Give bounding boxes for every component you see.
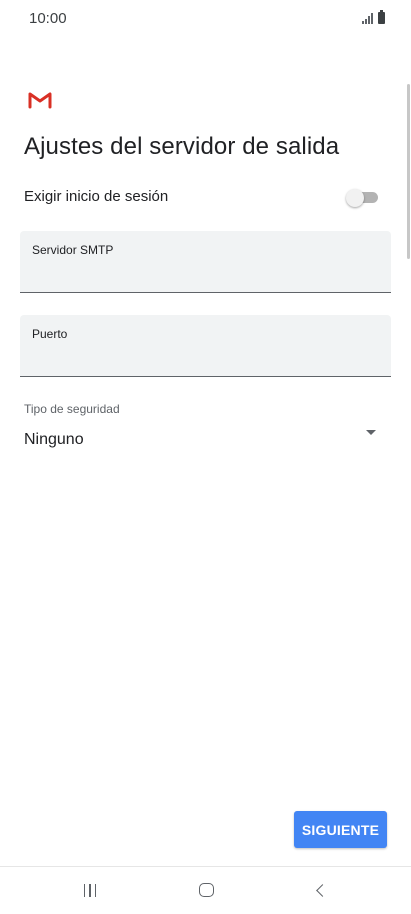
navigation-bar (0, 867, 411, 914)
back-icon (315, 883, 329, 897)
require-login-row[interactable]: Exigir inicio de sesión (24, 186, 380, 210)
status-bar: 10:00 (0, 0, 411, 36)
require-login-label: Exigir inicio de sesión (24, 188, 169, 205)
require-login-toggle[interactable] (346, 189, 378, 207)
security-type-label: Tipo de seguridad (24, 402, 120, 416)
gmail-logo-icon (28, 92, 52, 109)
scroll-indicator[interactable] (407, 84, 410, 259)
signal-icon (362, 12, 373, 24)
recents-icon (83, 883, 97, 897)
toggle-thumb (346, 189, 364, 207)
home-icon (198, 883, 214, 897)
page-title: Ajustes del servidor de salida (24, 133, 340, 160)
security-type-select[interactable]: Ninguno (24, 428, 380, 454)
status-icons (362, 10, 385, 24)
port-label: Puerto (32, 327, 68, 341)
smtp-server-label: Servidor SMTP (32, 243, 114, 257)
dropdown-arrow-icon (366, 430, 376, 435)
smtp-server-field[interactable]: Servidor SMTP (20, 231, 391, 293)
battery-icon (378, 10, 385, 24)
status-time: 10:00 (29, 10, 67, 27)
back-button[interactable] (300, 875, 340, 905)
recents-button[interactable] (70, 875, 110, 905)
port-field[interactable]: Puerto (20, 315, 391, 377)
security-type-value: Ninguno (24, 431, 84, 448)
home-button[interactable] (186, 875, 226, 905)
next-button[interactable]: SIGUIENTE (294, 811, 387, 848)
